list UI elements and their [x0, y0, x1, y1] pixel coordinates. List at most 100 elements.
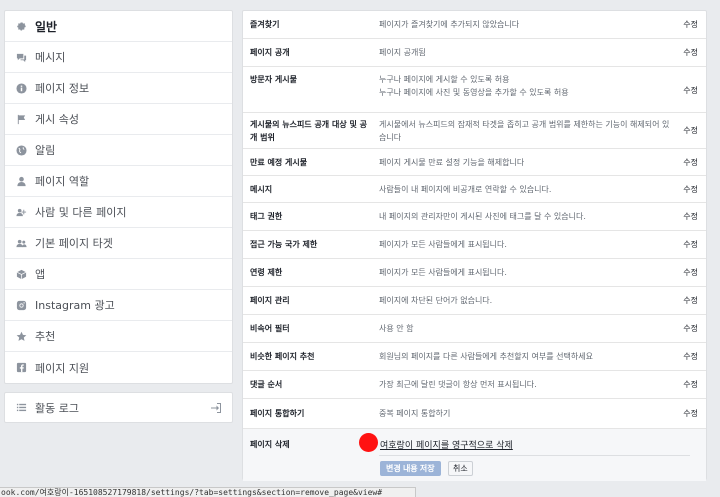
sidebar-item-notifications[interactable]: 알림 [5, 135, 232, 166]
settings-row-similar-page-suggestions[interactable]: 비슷한 페이지 추천 회원님의 페이지를 다른 사람들에게 추천할지 여부를 선… [243, 343, 706, 371]
edit-link[interactable]: 수정 [683, 156, 698, 169]
settings-row-remove-page: 페이지 삭제 여호랑이 페이지를 영구적으로 삭제 변경 내용 저장 취소 [243, 429, 706, 481]
setting-label: 태그 권한 [250, 212, 283, 221]
setting-label: 페이지 관리 [250, 296, 290, 305]
edit-link[interactable]: 수정 [683, 210, 698, 223]
sidebar-item-label: 페이지 역할 [35, 175, 90, 188]
setting-label: 페이지 삭제 [250, 440, 290, 449]
chat-icon [15, 51, 27, 63]
sidebar-item-label: 게시 속성 [35, 113, 79, 126]
settings-sidebar: 일반 메시지 페이지 정보 게시 속성 알림 페이지 역할 사람 및 다른 페이… [4, 10, 233, 384]
settings-row-country-restrictions[interactable]: 접근 가능 국가 제한 페이지가 모든 사람들에게 표시됩니다. 수정 [243, 231, 706, 259]
sidebar-item-page-info[interactable]: 페이지 정보 [5, 73, 232, 104]
sidebar-item-label: 알림 [35, 144, 56, 157]
sidebar-item-label: 페이지 정보 [35, 82, 90, 95]
list-icon [15, 402, 27, 414]
sidebar-item-general[interactable]: 일반 [5, 11, 232, 42]
sidebar-item-featured[interactable]: 추천 [5, 321, 232, 352]
edit-link[interactable]: 수정 [683, 266, 698, 279]
people-target-icon [15, 237, 27, 249]
settings-row-news-feed-audience[interactable]: 게시물의 뉴스피드 공개 대상 및 공개 범위 게시물에서 뉴스피드의 잠재적 … [243, 113, 706, 149]
sidebar-item-label: 페이지 지원 [35, 361, 90, 375]
settings-row-tagging[interactable]: 태그 권한 내 페이지의 관리자만이 게시된 사진에 태그를 달 수 있습니다.… [243, 203, 706, 231]
sidebar-item-instagram-ads[interactable]: Instagram 광고 [5, 290, 232, 321]
setting-label: 페이지 공개 [250, 48, 290, 57]
setting-description: 누구나 페이지에 게시할 수 있도록 허용 누구나 페이지에 사진 및 동영상을… [379, 75, 569, 97]
highlight-marker [359, 433, 378, 452]
sidebar-item-apps[interactable]: 앱 [5, 259, 232, 290]
sidebar-item-label: 사람 및 다른 페이지 [35, 206, 127, 219]
settings-row-page-visibility[interactable]: 페이지 공개 페이지 공개됨 수정 [243, 39, 706, 67]
setting-label: 게시물의 뉴스피드 공개 대상 및 공개 범위 [250, 120, 367, 142]
sidebar-item-label: 활동 로그 [35, 401, 79, 415]
setting-label: 댓글 순서 [250, 380, 283, 389]
sidebar-item-label: 앱 [35, 268, 46, 281]
star-icon [15, 330, 27, 342]
settings-row-profanity-filter[interactable]: 비속어 필터 사용 안 함 수정 [243, 315, 706, 343]
setting-description: 페이지에 차단된 단어가 없습니다. [379, 296, 493, 305]
setting-label: 비슷한 페이지 추천 [250, 352, 315, 361]
sidebar-item-label: 메시지 [35, 51, 66, 64]
settings-row-age-restrictions[interactable]: 연령 제한 페이지가 모든 사람들에게 표시됩니다. 수정 [243, 259, 706, 287]
edit-link[interactable]: 수정 [683, 18, 698, 31]
setting-description: 페이지가 모든 사람들에게 표시됩니다. [379, 240, 507, 249]
setting-description: 페이지 게시물 만료 설정 기능을 해제합니다 [379, 158, 525, 167]
settings-row-page-moderation[interactable]: 페이지 관리 페이지에 차단된 단어가 없습니다. 수정 [243, 287, 706, 315]
info-icon [15, 82, 27, 94]
sidebar-item-label: 일반 [35, 19, 58, 34]
edit-link[interactable]: 수정 [683, 350, 698, 363]
facebook-icon [15, 362, 27, 374]
edit-link[interactable]: 수정 [683, 294, 698, 307]
edit-link[interactable]: 수정 [683, 124, 698, 137]
edit-link[interactable]: 수정 [683, 322, 698, 335]
settings-row-merge-pages[interactable]: 페이지 통합하기 중복 페이지 통합하기 수정 [243, 399, 706, 429]
settings-row-visitor-posts[interactable]: 방문자 게시물 누구나 페이지에 게시할 수 있도록 허용 누구나 페이지에 사… [243, 67, 706, 113]
setting-label: 만료 예정 게시물 [250, 158, 308, 167]
sidebar-item-messages[interactable]: 메시지 [5, 42, 232, 73]
setting-description: 가장 최근에 달린 댓글이 항상 먼저 표시됩니다. [379, 380, 537, 389]
setting-description: 사람들이 내 페이지에 비공개로 연락할 수 있습니다. [379, 185, 552, 194]
setting-description: 페이지가 즐겨찾기에 추가되지 않았습니다 [379, 20, 520, 29]
delete-page-link[interactable]: 여호랑이 페이지를 영구적으로 삭제 [380, 438, 513, 451]
sidebar-item-page-support[interactable]: 페이지 지원 [5, 352, 232, 383]
flag-icon [15, 113, 27, 125]
divider [379, 455, 690, 456]
person-icon [15, 175, 27, 187]
gear-icon [15, 20, 27, 32]
sidebar-item-preferred-audience[interactable]: 기본 페이지 타겟 [5, 228, 232, 259]
globe-icon [15, 144, 27, 156]
sidebar-item-label: 추천 [35, 330, 56, 343]
setting-description: 페이지 공개됨 [379, 48, 426, 57]
edit-link[interactable]: 수정 [683, 238, 698, 251]
setting-description: 사용 안 함 [379, 324, 414, 333]
setting-label: 연령 제한 [250, 268, 283, 277]
setting-description: 내 페이지의 관리자만이 게시된 사진에 태그를 달 수 있습니다. [379, 212, 586, 221]
setting-label: 페이지 통합하기 [250, 409, 305, 418]
setting-description: 중복 페이지 통합하기 [379, 409, 451, 418]
sidebar-item-activity-log[interactable]: 활동 로그 [4, 392, 233, 423]
people-icon [15, 206, 27, 218]
sidebar-item-post-attribution[interactable]: 게시 속성 [5, 104, 232, 135]
exit-icon [210, 402, 222, 414]
edit-link[interactable]: 수정 [683, 84, 698, 97]
settings-row-messages[interactable]: 메시지 사람들이 내 페이지에 비공개로 연락할 수 있습니다. 수정 [243, 176, 706, 203]
cube-icon [15, 268, 27, 280]
setting-label: 메시지 [250, 185, 273, 194]
setting-description: 페이지가 모든 사람들에게 표시됩니다. [379, 268, 507, 277]
settings-row-expiring-posts[interactable]: 만료 예정 게시물 페이지 게시물 만료 설정 기능을 해제합니다 수정 [243, 149, 706, 176]
setting-label: 즐겨찾기 [250, 20, 280, 29]
sidebar-item-label: Instagram 광고 [35, 299, 115, 312]
edit-link[interactable]: 수정 [683, 183, 698, 196]
cancel-button[interactable]: 취소 [448, 461, 473, 476]
edit-link[interactable]: 수정 [683, 46, 698, 59]
edit-link[interactable]: 수정 [683, 378, 698, 391]
setting-label: 방문자 게시물 [250, 75, 297, 84]
settings-panel: 즐겨찾기 페이지가 즐겨찾기에 추가되지 않았습니다 수정 페이지 공개 페이지… [242, 10, 707, 481]
sidebar-item-people-and-pages[interactable]: 사람 및 다른 페이지 [5, 197, 232, 228]
save-changes-button[interactable]: 변경 내용 저장 [380, 461, 441, 476]
settings-row-comment-ranking[interactable]: 댓글 순서 가장 최근에 달린 댓글이 항상 먼저 표시됩니다. 수정 [243, 371, 706, 399]
sidebar-item-page-roles[interactable]: 페이지 역할 [5, 166, 232, 197]
settings-row-favorites[interactable]: 즐겨찾기 페이지가 즐겨찾기에 추가되지 않았습니다 수정 [243, 11, 706, 39]
edit-link[interactable]: 수정 [683, 407, 698, 420]
browser-status-bar-url: ook.com/여호랑이-165108527179818/settings/?t… [0, 487, 416, 497]
